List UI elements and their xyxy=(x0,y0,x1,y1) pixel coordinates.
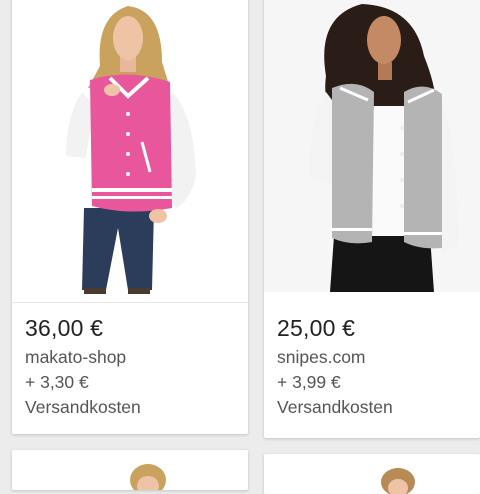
product-info: 36,00 € makato-shop + 3,30 € Versandkost… xyxy=(25,314,240,420)
product-store[interactable]: makato-shop xyxy=(25,345,240,370)
shipping-label: Versandkosten xyxy=(277,397,393,417)
product-photo-partial-icon xyxy=(130,464,166,490)
grey-varsity-jacket-photo-icon xyxy=(264,0,480,292)
product-card[interactable]: 25,00 € snipes.com + 3,99 € Versandkoste… xyxy=(264,0,480,438)
shipping-cost: + 3,30 € xyxy=(25,372,89,392)
shipping-cost: + 3,99 € xyxy=(277,372,341,392)
product-photo-partial-icon xyxy=(381,468,415,494)
product-info: 25,00 € snipes.com + 3,99 € Versandkoste… xyxy=(277,314,472,420)
product-store[interactable]: snipes.com xyxy=(277,345,472,370)
shipping-label: Versandkosten xyxy=(25,397,141,417)
pink-varsity-jacket-photo-icon xyxy=(66,6,196,294)
product-card[interactable]: 36,00 € makato-shop + 3,30 € Versandkost… xyxy=(12,0,248,434)
product-image[interactable] xyxy=(12,0,248,303)
product-card[interactable] xyxy=(12,450,248,490)
product-price: 36,00 € xyxy=(25,315,104,341)
product-price: 25,00 € xyxy=(277,315,356,341)
product-image[interactable] xyxy=(264,0,480,292)
product-card[interactable] xyxy=(264,454,480,494)
